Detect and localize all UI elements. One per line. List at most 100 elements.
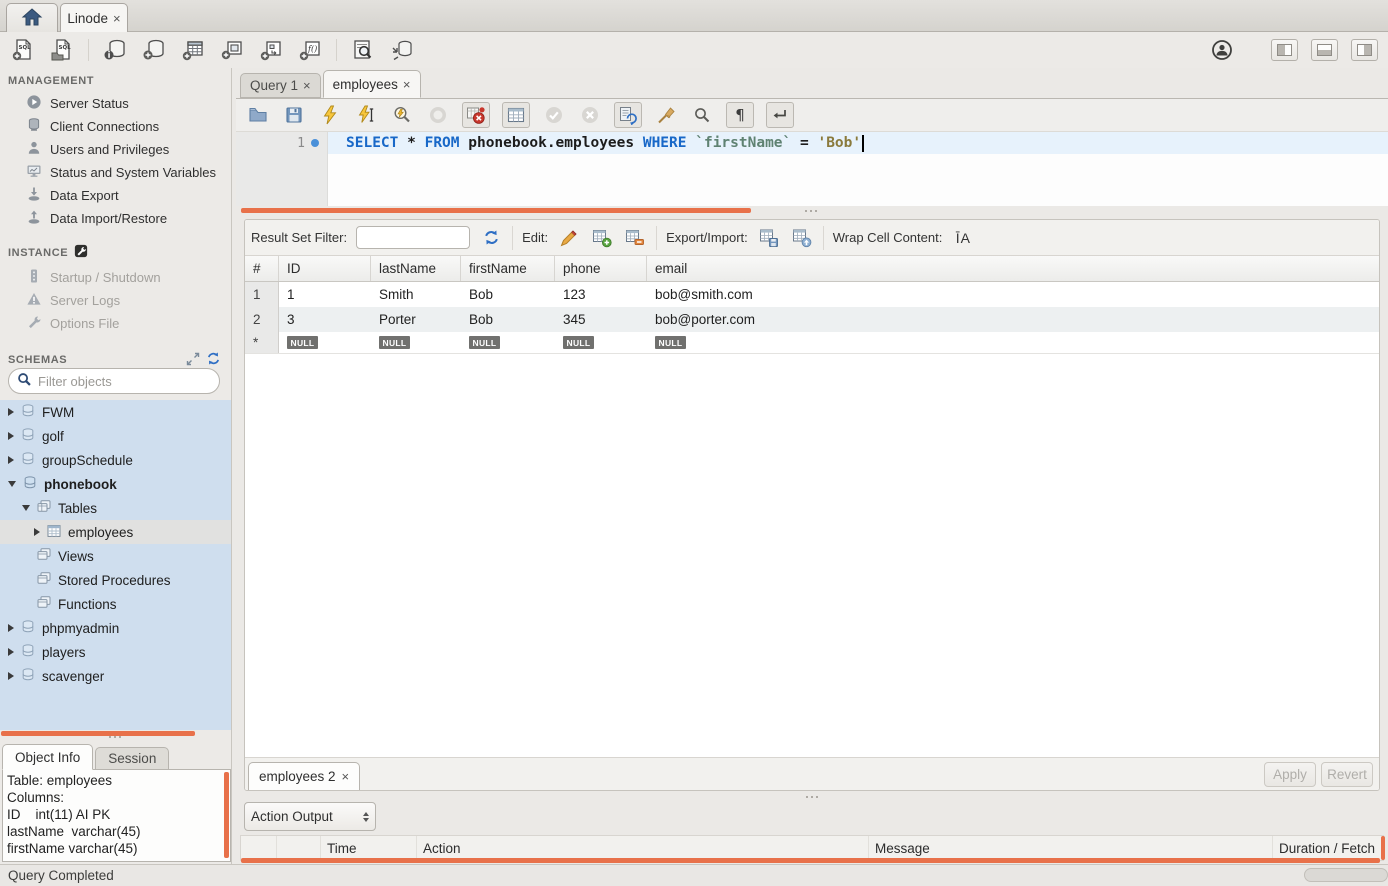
edit-cell-button[interactable] (557, 226, 581, 250)
create-function-button[interactable]: f() (297, 37, 323, 63)
tree-item-table-employees[interactable]: employees (0, 520, 231, 544)
schema-filter-input[interactable] (38, 374, 214, 389)
cell-firstname[interactable]: Bob (461, 307, 555, 332)
connection-tab[interactable]: Linode × (60, 3, 128, 32)
close-icon[interactable]: × (113, 11, 121, 26)
output-col-message[interactable]: Message (869, 836, 1273, 860)
explain-plan-button[interactable] (390, 103, 414, 127)
tree-item-schema[interactable]: phpmyadmin (0, 616, 231, 640)
tab-object-info[interactable]: Object Info (2, 744, 93, 770)
toggle-right-panel-button[interactable] (1351, 39, 1378, 61)
result-filter-input[interactable] (356, 226, 470, 249)
output-type-dropdown[interactable]: Action Output (244, 802, 376, 831)
output-col-time[interactable]: Time (321, 836, 417, 860)
sidebar-item-server-logs[interactable]: Server Logs (0, 289, 231, 312)
sidebar-item-options-file[interactable]: Options File (0, 312, 231, 335)
insert-row-button[interactable] (590, 226, 614, 250)
new-sql-tab-button[interactable]: SQL (10, 37, 36, 63)
execute-current-statement-button[interactable] (354, 103, 378, 127)
editor-h-scrollbar[interactable] (241, 208, 751, 213)
sidebar-item-data-export[interactable]: Data Export (0, 184, 231, 207)
tab-query-1[interactable]: Query 1× (240, 73, 321, 98)
sidebar-item-server-status[interactable]: Server Status (0, 92, 231, 115)
find-button[interactable] (690, 103, 714, 127)
column-header-id[interactable]: ID (279, 256, 371, 281)
close-icon[interactable]: × (342, 769, 350, 784)
search-data-button[interactable] (350, 37, 376, 63)
output-h-scrollbar[interactable] (241, 858, 1380, 863)
expand-schemas-icon[interactable] (186, 352, 200, 369)
close-icon[interactable]: × (403, 77, 411, 92)
window-h-scrollbar-thumb[interactable] (1304, 868, 1388, 882)
table-row[interactable]: 2 3 Porter Bob 345 bob@porter.com (245, 307, 1379, 332)
editor-splitter-handle[interactable] (796, 210, 826, 212)
cell-phone[interactable]: 123 (555, 282, 647, 307)
column-header-phone[interactable]: phone (555, 256, 647, 281)
column-header-firstname[interactable]: firstName (461, 256, 555, 281)
refresh-results-button[interactable] (479, 226, 503, 250)
sidebar-item-data-import[interactable]: Data Import/Restore (0, 207, 231, 230)
stop-query-button[interactable] (426, 103, 450, 127)
result-tab-employees-2[interactable]: employees 2× (248, 762, 360, 790)
table-row[interactable]: 1 1 Smith Bob 123 bob@smith.com (245, 282, 1379, 307)
import-records-button[interactable] (790, 226, 814, 250)
tree-item-schema-phonebook[interactable]: phonebook (0, 472, 231, 496)
create-procedure-button[interactable] (258, 37, 284, 63)
sidebar-item-status-system-variables[interactable]: Status and System Variables (0, 161, 231, 184)
tab-session[interactable]: Session (95, 747, 169, 770)
home-tab[interactable] (6, 3, 58, 32)
chevron-right-icon[interactable] (8, 456, 14, 464)
revert-button[interactable]: Revert (1321, 762, 1373, 787)
sidebar-item-client-connections[interactable]: Client Connections (0, 115, 231, 138)
chevron-right-icon[interactable] (8, 408, 14, 416)
output-splitter-handle[interactable] (236, 793, 1388, 801)
column-header-lastname[interactable]: lastName (371, 256, 461, 281)
tree-item-stored-procedures[interactable]: Stored Procedures (0, 568, 231, 592)
cell-email[interactable]: bob@porter.com (647, 307, 1379, 332)
delete-row-button[interactable] (623, 226, 647, 250)
cell-email[interactable]: bob@smith.com (647, 282, 1379, 307)
sidebar-item-startup-shutdown[interactable]: Startup / Shutdown (0, 266, 231, 289)
tree-item-tables[interactable]: Tables (0, 496, 231, 520)
tree-scrollbar[interactable] (1, 731, 195, 736)
execute-statement-button[interactable] (318, 103, 342, 127)
output-col-action[interactable]: Action (417, 836, 869, 860)
sidebar-item-users-privileges[interactable]: Users and Privileges (0, 138, 231, 161)
close-icon[interactable]: × (303, 78, 311, 93)
wrap-cell-content-button[interactable]: ĪA (951, 226, 975, 250)
cell-phone[interactable]: 345 (555, 307, 647, 332)
sql-editor[interactable]: 1 SELECT * FROM phonebook.employees WHER… (236, 132, 1388, 206)
reconnect-dbms-button[interactable] (389, 37, 415, 63)
new-row-placeholder[interactable]: * NULL NULL NULL NULL NULL (245, 332, 1379, 354)
cell-id[interactable]: 3 (279, 307, 371, 332)
tab-employees[interactable]: employees× (323, 70, 421, 98)
chevron-right-icon[interactable] (8, 648, 14, 656)
apply-button[interactable]: Apply (1264, 762, 1316, 787)
tree-item-views[interactable]: Views (0, 544, 231, 568)
chevron-down-icon[interactable] (22, 505, 30, 511)
cell-firstname[interactable]: Bob (461, 282, 555, 307)
chevron-down-icon[interactable] (8, 481, 16, 487)
editor-code-area[interactable]: SELECT * FROM phonebook.employees WHERE … (328, 132, 1388, 206)
sql-statement-line[interactable]: SELECT * FROM phonebook.employees WHERE … (328, 132, 1388, 154)
rollback-button[interactable] (578, 103, 602, 127)
tree-item-schema[interactable]: scavenger (0, 664, 231, 688)
chevron-right-icon[interactable] (34, 528, 40, 536)
user-badge-icon[interactable] (1209, 37, 1235, 63)
commit-button[interactable] (542, 103, 566, 127)
tree-item-schema[interactable]: players (0, 640, 231, 664)
tree-item-schema[interactable]: golf (0, 424, 231, 448)
toggle-wrap-button[interactable] (766, 102, 794, 128)
info-panel-scrollbar[interactable] (224, 772, 229, 858)
create-view-button[interactable] (219, 37, 245, 63)
tree-item-schema[interactable]: FWM (0, 400, 231, 424)
chevron-right-icon[interactable] (8, 624, 14, 632)
open-sql-file-button[interactable]: SQL (49, 37, 75, 63)
tree-item-functions[interactable]: Functions (0, 592, 231, 616)
toggle-bottom-panel-button[interactable] (1311, 39, 1338, 61)
cell-lastname[interactable]: Smith (371, 282, 461, 307)
create-schema-button[interactable] (141, 37, 167, 63)
output-col-duration[interactable]: Duration / Fetch (1273, 836, 1383, 860)
chevron-right-icon[interactable] (8, 672, 14, 680)
beautify-script-button[interactable] (654, 103, 678, 127)
